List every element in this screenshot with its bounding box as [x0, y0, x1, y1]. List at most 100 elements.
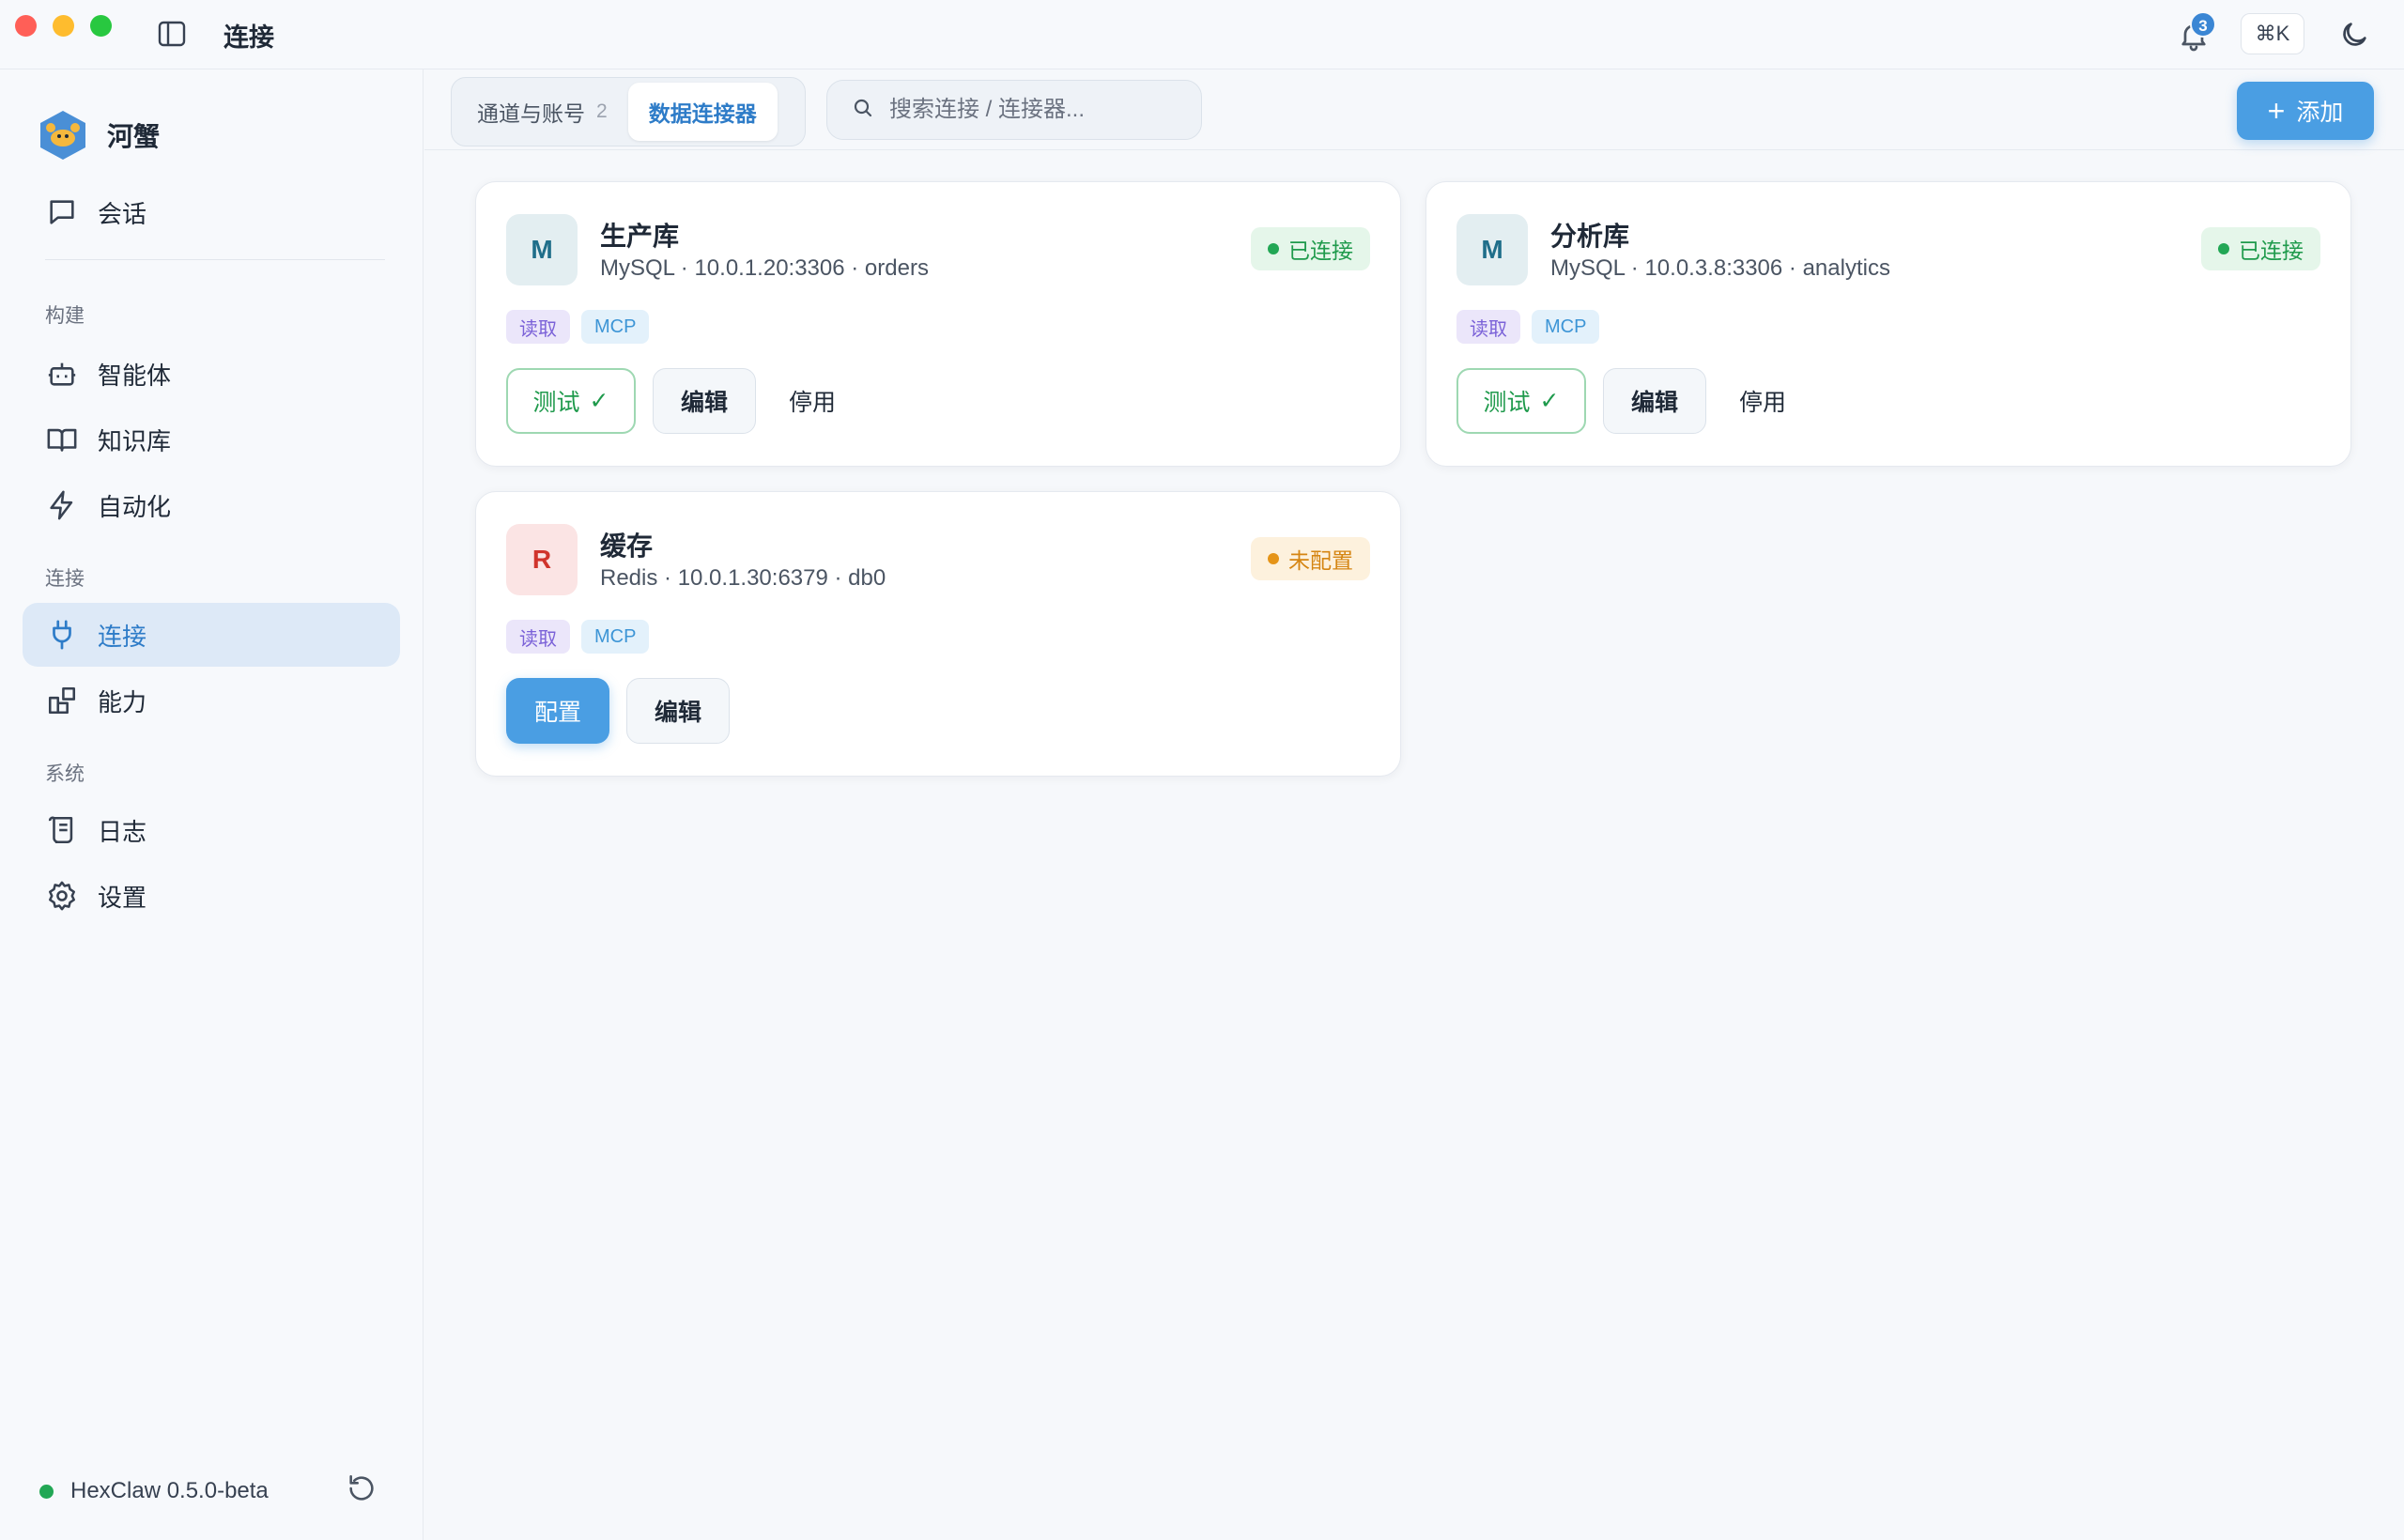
- sidebar-item-label: 自动化: [98, 492, 172, 521]
- version-status: HexClaw 0.5.0-beta: [39, 1478, 269, 1504]
- tag-mcp: MCP: [581, 310, 650, 344]
- test-button[interactable]: 测试 ✓: [1456, 368, 1586, 434]
- status-badge: 未配置: [1251, 537, 1370, 580]
- moon-icon[interactable]: [2338, 19, 2370, 51]
- sidebar-item-label: 能力: [98, 687, 147, 716]
- maximize-window-button[interactable]: [90, 15, 112, 37]
- status-dot: [2218, 243, 2229, 254]
- sidebar-item-label: 连接: [98, 622, 147, 651]
- sidebar-toggle-icon[interactable]: [158, 21, 186, 47]
- status-dot: [1268, 553, 1279, 564]
- tag-mcp: MCP: [1532, 310, 1600, 344]
- connector-name: 缓存: [600, 531, 654, 561]
- toolbar: 通道与账号 2 数据连接器 + 添加: [424, 70, 2404, 150]
- blocks-icon: [45, 684, 79, 717]
- connector-description: MySQL · 10.0.1.20:3306 · orders: [600, 255, 929, 281]
- command-palette-shortcut[interactable]: ⌘K: [2241, 13, 2304, 54]
- edit-button[interactable]: 编辑: [1603, 368, 1706, 434]
- check-icon: ✓: [1539, 388, 1560, 414]
- plug-icon: [45, 618, 79, 652]
- section-label-build: 构建: [45, 305, 85, 327]
- check-icon: ✓: [589, 388, 609, 414]
- status-label: 已连接: [1288, 239, 1353, 263]
- test-button[interactable]: 测试 ✓: [506, 368, 636, 434]
- tab-label: 数据连接器: [648, 101, 757, 126]
- sidebar-item-label: 会话: [98, 199, 147, 228]
- window-title: 连接: [223, 23, 274, 52]
- sidebar-item-agents[interactable]: 智能体: [23, 342, 400, 406]
- notification-count-badge: 3: [2190, 11, 2216, 38]
- configure-button[interactable]: 配置: [506, 678, 609, 744]
- status-label: 未配置: [1288, 548, 1353, 573]
- sidebar-item-label: 设置: [98, 883, 147, 912]
- connector-name: 生产库: [600, 222, 680, 251]
- sidebar-item-label: 日志: [98, 817, 147, 846]
- connector-name: 分析库: [1550, 222, 1630, 251]
- sidebar-item-chat[interactable]: [23, 98, 400, 162]
- minimize-window-button[interactable]: [53, 15, 74, 37]
- card-actions: 测试 ✓ 编辑 停用: [1456, 368, 1825, 434]
- tag-read: 读取: [506, 310, 570, 344]
- sidebar-item-connections[interactable]: 连接: [23, 603, 400, 667]
- sidebar-divider: [45, 259, 385, 260]
- title-bar: 连接 3 ⌘K: [0, 0, 2404, 69]
- search-input[interactable]: [889, 97, 1180, 123]
- test-button-label: 测试: [1483, 390, 1531, 416]
- version-label: HexClaw 0.5.0-beta: [70, 1478, 269, 1503]
- sidebar-item-chat[interactable]: 会话: [23, 180, 400, 244]
- tab-count: 2: [596, 100, 608, 122]
- tag-list: 读取 MCP: [506, 620, 660, 654]
- card-actions: 配置 编辑: [506, 678, 747, 744]
- card-actions: 测试 ✓ 编辑 停用: [506, 368, 874, 434]
- status-label: 已连接: [2239, 239, 2304, 263]
- disable-button[interactable]: 停用: [1718, 368, 1808, 434]
- disable-button[interactable]: 停用: [767, 368, 857, 434]
- tab-data-connectors[interactable]: 数据连接器: [627, 83, 778, 141]
- tab-channels-accounts[interactable]: 通道与账号 2: [456, 83, 628, 141]
- connector-card: M 生产库 MySQL · 10.0.1.20:3306 · orders 已连…: [475, 181, 1401, 467]
- connector-avatar: M: [1456, 214, 1528, 285]
- tag-list: 读取 MCP: [506, 310, 660, 344]
- lightning-icon: [45, 488, 79, 522]
- search-box[interactable]: [826, 80, 1202, 140]
- section-label-system: 系统: [45, 763, 85, 785]
- edit-button[interactable]: 编辑: [626, 678, 730, 744]
- chat-icon: [45, 195, 79, 229]
- gear-icon: [45, 879, 79, 913]
- refresh-icon[interactable]: [346, 1472, 378, 1504]
- add-button[interactable]: + 添加: [2237, 82, 2374, 140]
- status-badge: 已连接: [2201, 227, 2320, 270]
- close-window-button[interactable]: [15, 15, 37, 37]
- tag-list: 读取 MCP: [1456, 310, 1610, 344]
- connector-description: MySQL · 10.0.3.8:3306 · analytics: [1550, 255, 1890, 281]
- status-badge: 已连接: [1251, 227, 1370, 270]
- tab-label: 通道与账号: [477, 101, 585, 126]
- connector-avatar: M: [506, 214, 578, 285]
- connector-card: R 缓存 Redis · 10.0.1.30:6379 · db0 未配置 读取…: [475, 491, 1401, 777]
- test-button-label: 测试: [532, 390, 580, 416]
- tag-read: 读取: [1456, 310, 1520, 344]
- plus-icon: +: [2267, 94, 2286, 128]
- tag-mcp: MCP: [581, 620, 650, 654]
- sidebar-item-label: 知识库: [98, 426, 172, 455]
- section-label-connect: 连接: [45, 568, 85, 590]
- connector-card: M 分析库 MySQL · 10.0.3.8:3306 · analytics …: [1425, 181, 2351, 467]
- search-icon: [852, 97, 874, 124]
- sidebar-item-knowledge[interactable]: 知识库: [23, 408, 400, 471]
- edit-button[interactable]: 编辑: [653, 368, 756, 434]
- sidebar-item-label: 智能体: [98, 361, 172, 390]
- sidebar-item-automation[interactable]: 自动化: [23, 473, 400, 537]
- robot-icon: [45, 357, 79, 391]
- sidebar: 河蟹 会话 构建 智能体 知识库 自动化 连接 连接 能力 系统 日志 设置 H…: [0, 69, 424, 1540]
- tag-read: 读取: [506, 620, 570, 654]
- sidebar-item-settings[interactable]: 设置: [23, 864, 400, 928]
- book-icon: [45, 423, 79, 456]
- sidebar-item-capabilities[interactable]: 能力: [23, 669, 400, 732]
- connector-description: Redis · 10.0.1.30:6379 · db0: [600, 565, 886, 591]
- tab-switcher: 通道与账号 2 数据连接器: [451, 77, 806, 146]
- connector-avatar: R: [506, 524, 578, 595]
- scroll-icon: [45, 813, 79, 847]
- add-button-label: 添加: [2296, 100, 2344, 126]
- sidebar-item-logs[interactable]: 日志: [23, 798, 400, 862]
- status-dot: [39, 1484, 54, 1499]
